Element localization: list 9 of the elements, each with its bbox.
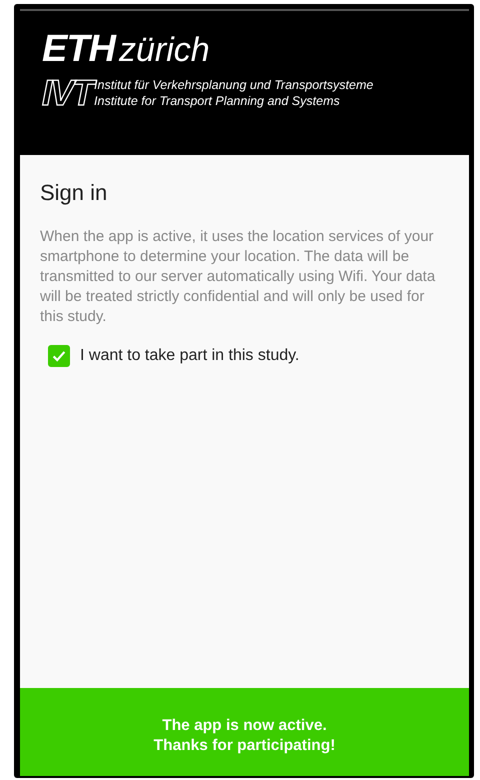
status-message: The app is now active. Thanks for participating! [154, 716, 336, 756]
checkbox[interactable] [48, 345, 70, 367]
institute-name: Institute for Transport Planning and Systems [94, 94, 341, 109]
city-logo-text: zürich [119, 30, 210, 70]
page-title: Sign in [40, 179, 108, 207]
checkbox-label: I want to take part in this study. [80, 347, 300, 365]
institute-name: Institut für Verkehrsplanung und Transportsysteme [94, 77, 374, 92]
description-text: When the app is active, it uses the location services of your smartphone to determine your location. The data will be transmitted to our server automatically using Wifi. Your data will be treated strictly confidential and will only be used for this study. [40, 227, 436, 327]
eth-logo-text: ETH [42, 29, 115, 69]
